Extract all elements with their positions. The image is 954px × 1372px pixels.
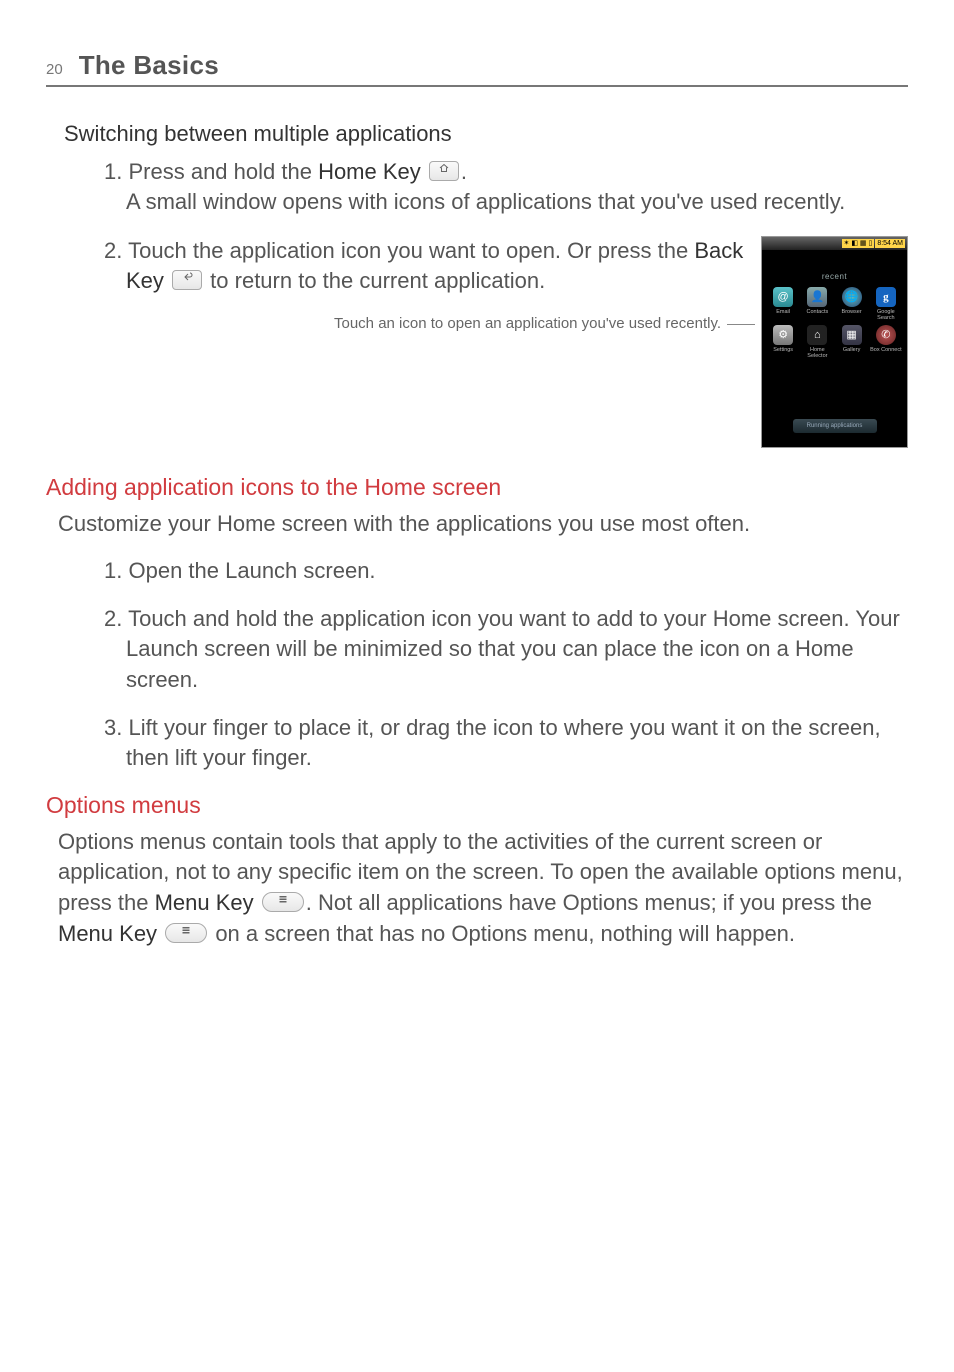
step-number: 2.: [104, 606, 122, 631]
recent-label: recent: [762, 272, 907, 281]
caption-row: Touch an icon to open an application you…: [104, 314, 745, 334]
app-label: Gallery: [843, 347, 860, 359]
step-text: Open the Launch screen.: [128, 558, 375, 583]
phone-screenshot: ✶ ◧ ▦ ▯ 8:54 AM recent @ Email 👤 Contacts …: [761, 236, 908, 448]
menu-key-icon: [262, 892, 304, 912]
step-text: to return to the current application.: [210, 268, 545, 293]
step-number: 3.: [104, 715, 122, 740]
app-label: Home Selector: [800, 347, 834, 359]
section-heading-adding: Adding application icons to the Home scr…: [46, 474, 908, 501]
recent-apps-grid: @ Email 👤 Contacts 🌐 Browser g Google Search…: [762, 287, 907, 359]
connect-icon: ✆: [876, 325, 896, 345]
home-icon: ⌂: [807, 325, 827, 345]
contacts-icon: 👤: [807, 287, 827, 307]
gallery-icon: ▦: [842, 325, 862, 345]
page-number: 20: [46, 61, 63, 78]
browser-icon: 🌐: [842, 287, 862, 307]
phone-statusbar: ✶ ◧ ▦ ▯ 8:54 AM: [762, 237, 907, 250]
running-applications-button: Running applications: [793, 419, 877, 433]
list-item: 1. Press and hold the Home Key . A small…: [104, 157, 908, 218]
step-number: 1.: [104, 558, 122, 583]
status-time: 8:54 AM: [875, 239, 905, 248]
step-text: A small window opens with icons of appli…: [126, 189, 845, 214]
section-intro-adding: Customize your Home screen with the appl…: [58, 509, 908, 540]
app-browser: 🌐 Browser: [835, 287, 869, 321]
app-email: @ Email: [766, 287, 800, 321]
app-contacts: 👤 Contacts: [800, 287, 834, 321]
status-icons: ✶ ◧ ▦ ▯: [842, 239, 875, 248]
step-text: Lift your finger to place it, or drag th…: [126, 715, 881, 770]
home-key-label: Home Key: [318, 159, 421, 184]
caption-leader-line: [727, 324, 755, 325]
step-text: Touch and hold the application icon you …: [126, 606, 900, 692]
email-icon: @: [773, 287, 793, 307]
settings-icon: ⚙: [773, 325, 793, 345]
section-body-options: Options menus contain tools that apply t…: [58, 827, 908, 950]
list-item: 3. Lift your finger to place it, or drag…: [104, 713, 908, 774]
step-number: 1.: [104, 159, 122, 184]
page-header: 20 The Basics: [46, 50, 908, 87]
menu-key-label: Menu Key: [155, 890, 254, 915]
app-label: Browser: [842, 309, 862, 321]
switching-steps: 1. Press and hold the Home Key . A small…: [104, 157, 908, 448]
home-key-icon: [429, 161, 459, 181]
step-text: Press and hold the: [128, 159, 318, 184]
app-label: Settings: [773, 347, 793, 359]
app-label: Email: [776, 309, 790, 321]
subheading-switching: Switching between multiple applications: [64, 121, 908, 147]
app-settings: ⚙ Settings: [766, 325, 800, 359]
app-label: Box Connect: [870, 347, 902, 359]
adding-steps: 1. Open the Launch screen. 2. Touch and …: [104, 556, 908, 774]
back-key-icon: [172, 270, 202, 290]
step2-text-col: 2. Touch the application icon you want t…: [104, 236, 745, 335]
section-heading-options: Options menus: [46, 792, 908, 819]
step-text: .: [461, 159, 467, 184]
header-title: The Basics: [79, 50, 219, 81]
list-item: 2. Touch and hold the application icon y…: [104, 604, 908, 695]
app-home: ⌂ Home Selector: [800, 325, 834, 359]
list-item: 1. Open the Launch screen.: [104, 556, 908, 586]
page: 20 The Basics Switching between multiple…: [0, 0, 954, 1006]
caption-text: Touch an icon to open an application you…: [334, 314, 721, 334]
menu-key-icon: [165, 923, 207, 943]
app-connect: ✆ Box Connect: [869, 325, 903, 359]
options-text: on a screen that has no Options menu, no…: [215, 921, 795, 946]
step2-row: 2. Touch the application icon you want t…: [104, 236, 908, 448]
app-google: g Google Search: [869, 287, 903, 321]
step-text: Touch the application icon you want to o…: [128, 238, 694, 263]
step-number: 2.: [104, 238, 122, 263]
menu-key-label: Menu Key: [58, 921, 157, 946]
google-icon: g: [876, 287, 896, 307]
options-text: . Not all applications have Options menu…: [306, 890, 872, 915]
app-gallery: ▦ Gallery: [835, 325, 869, 359]
list-item: 2. Touch the application icon you want t…: [104, 236, 745, 297]
app-label: Google Search: [869, 309, 903, 321]
app-label: Contacts: [807, 309, 829, 321]
